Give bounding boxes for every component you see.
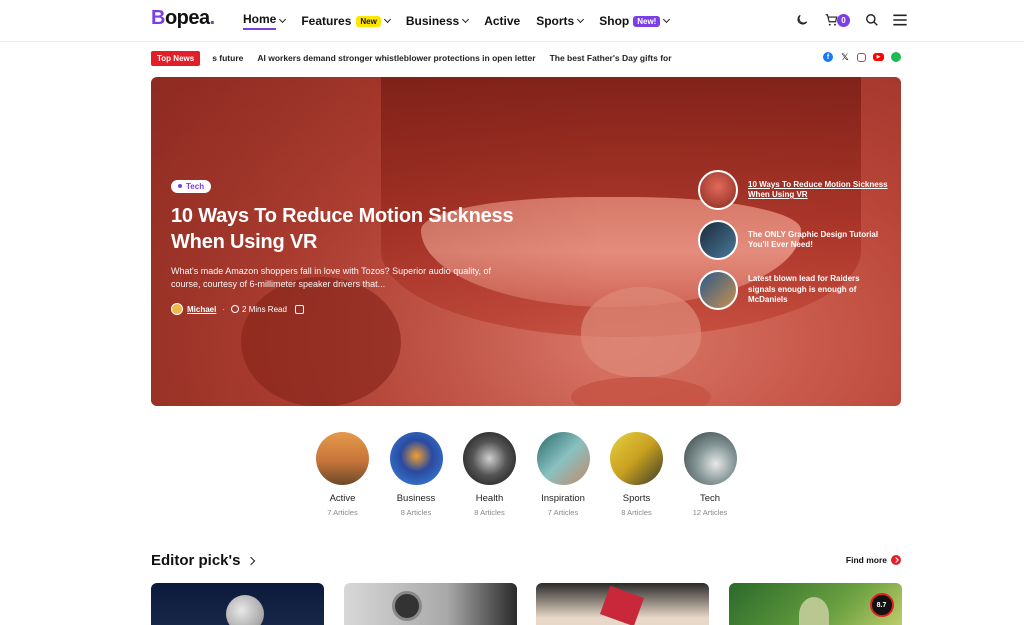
hero-featured-post[interactable]: Tech 10 Ways To Reduce Motion Sickness W… xyxy=(151,77,901,406)
category-image xyxy=(463,432,516,485)
read-time: 2 Mins Read xyxy=(242,304,287,314)
nav-sports[interactable]: Sports xyxy=(536,14,585,28)
side-thumb xyxy=(698,270,738,310)
top-news-label: Top News xyxy=(151,50,201,66)
search-icon[interactable] xyxy=(864,12,880,28)
site-logo[interactable]: Bopea. xyxy=(151,7,215,30)
post-card[interactable]: 8.7 xyxy=(728,583,902,625)
site-header: Bopea. Home Features New Business Active … xyxy=(0,0,1024,42)
nav-business[interactable]: Business xyxy=(406,14,470,28)
chevron-down-icon xyxy=(383,15,391,24)
nav-features[interactable]: Features New xyxy=(301,14,391,28)
gift-image xyxy=(599,585,645,625)
social-links: f 𝕏 ▶ xyxy=(816,52,901,62)
moon-image xyxy=(226,595,264,625)
category-image xyxy=(610,432,663,485)
post-card[interactable] xyxy=(536,583,709,625)
x-twitter-icon[interactable]: 𝕏 xyxy=(840,52,850,62)
nav-home[interactable]: Home xyxy=(243,12,287,30)
news-ticker: Top News s future AI workers demand stro… xyxy=(151,50,901,66)
share-icon[interactable] xyxy=(294,304,304,314)
arrow-right-icon xyxy=(891,555,901,565)
dumbbell-image xyxy=(391,591,422,621)
spotify-icon[interactable] xyxy=(891,52,901,62)
main-nav: Home Features New Business Active Sports … xyxy=(243,12,685,30)
hero-meta: Michael · 2 Mins Read xyxy=(171,303,571,315)
chevron-down-icon xyxy=(577,15,585,24)
avatar xyxy=(171,303,183,315)
chevron-right-icon xyxy=(247,556,256,565)
menu-hamburger-icon[interactable] xyxy=(892,12,908,28)
category-sports[interactable]: Sports 8 Articles xyxy=(610,432,663,517)
post-card[interactable] xyxy=(343,583,517,625)
category-image xyxy=(536,432,590,485)
category-tag[interactable]: Tech xyxy=(171,179,212,193)
chevron-down-icon xyxy=(462,15,470,24)
category-health[interactable]: Health 8 Articles xyxy=(463,432,516,517)
ticker-item[interactable]: s future xyxy=(212,53,243,63)
rating-badge: 8.7 xyxy=(869,593,894,617)
category-inspiration[interactable]: Inspiration 7 Articles xyxy=(536,432,590,517)
new-badge: New xyxy=(356,15,381,27)
youtube-icon[interactable]: ▶ xyxy=(873,53,884,61)
hero-content: Tech 10 Ways To Reduce Motion Sickness W… xyxy=(171,175,571,315)
side-post[interactable]: Latest blown lead for Raiders signals en… xyxy=(698,270,888,310)
plant-image xyxy=(798,597,829,625)
category-image xyxy=(683,432,737,485)
instagram-icon[interactable] xyxy=(857,52,866,62)
ticker-item[interactable]: The best Father's Day gifts for xyxy=(550,53,672,63)
editor-pick-cards: 8.7 xyxy=(151,583,921,625)
category-business[interactable]: Business 8 Articles xyxy=(389,432,443,517)
chevron-down-icon xyxy=(663,15,671,24)
side-thumb xyxy=(698,220,738,260)
clock-icon xyxy=(231,305,240,313)
new-badge: New! xyxy=(633,15,661,27)
category-active[interactable]: Active 7 Articles xyxy=(316,432,369,517)
find-more-link[interactable]: Find more xyxy=(846,555,901,565)
side-post[interactable]: The ONLY Graphic Design Tutorial You'll … xyxy=(698,220,888,260)
side-thumb xyxy=(698,170,738,210)
dark-mode-toggle-icon[interactable] xyxy=(794,12,810,28)
ticker-item[interactable]: AI workers demand stronger whistleblower… xyxy=(257,53,535,63)
facebook-icon[interactable]: f xyxy=(823,52,833,62)
hero-side-list: 10 Ways To Reduce Motion Sickness When U… xyxy=(698,170,888,320)
chevron-down-icon xyxy=(279,15,287,24)
section-title[interactable]: Editor pick's xyxy=(151,552,256,569)
cart-count-badge: 0 xyxy=(837,13,850,27)
header-actions: 0 xyxy=(782,12,908,28)
nav-shop[interactable]: Shop New! xyxy=(599,14,671,28)
hero-excerpt: What's made Amazon shoppers fall in love… xyxy=(171,266,492,289)
side-post[interactable]: 10 Ways To Reduce Motion Sickness When U… xyxy=(698,170,888,210)
author-link[interactable]: Michael xyxy=(187,305,216,314)
category-tech[interactable]: Tech 12 Articles xyxy=(683,432,737,517)
hero-title[interactable]: 10 Ways To Reduce Motion Sickness When U… xyxy=(171,203,571,255)
post-card[interactable] xyxy=(151,583,324,625)
ticker-items: s future AI workers demand stronger whis… xyxy=(212,53,682,63)
nav-active[interactable]: Active xyxy=(484,14,520,28)
cart-button[interactable]: 0 xyxy=(822,12,852,28)
category-image xyxy=(316,432,369,485)
category-list: Active 7 Articles Business 8 Articles He… xyxy=(316,432,757,517)
category-image xyxy=(389,432,443,485)
